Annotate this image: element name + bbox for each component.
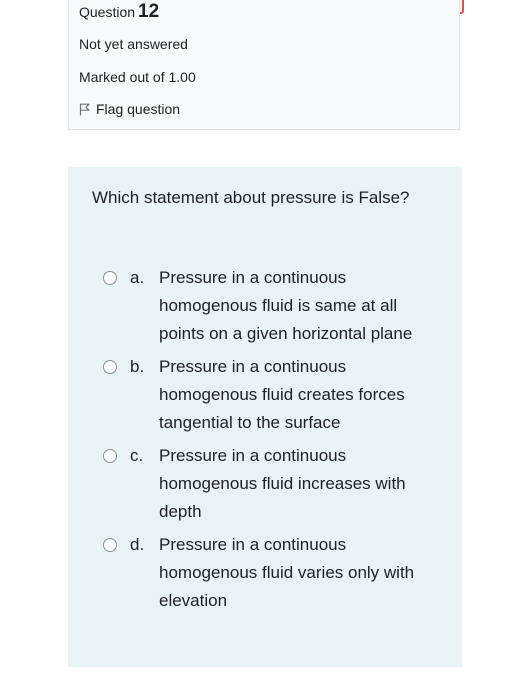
flag-question-link[interactable]: Flag question xyxy=(79,101,180,117)
answer-letter: b. xyxy=(130,357,145,376)
answer-radio-a[interactable] xyxy=(103,271,117,285)
answer-label[interactable]: Pressure in a continuous homogenous flui… xyxy=(159,531,439,615)
flag-icon xyxy=(79,103,90,115)
question-content: Which statement about pressure is False?… xyxy=(68,167,462,667)
question-label: Question xyxy=(79,4,136,20)
answer-radio-c[interactable] xyxy=(103,449,117,463)
quiz-page: Question 12 Not yet answered Marked out o… xyxy=(0,0,529,700)
question-heading: Question 12 xyxy=(79,1,159,23)
answer-letter: d. xyxy=(130,535,145,554)
flag-question-label: Flag question xyxy=(96,101,181,117)
question-info-panel: Question 12 Not yet answered Marked out o… xyxy=(68,0,460,130)
answer-letter: a. xyxy=(130,268,145,287)
question-marks: Marked out of 1.00 xyxy=(79,69,196,85)
answer-option-d[interactable]: d. Pressure in a continuous homogenous f… xyxy=(68,531,462,615)
answer-radio-d[interactable] xyxy=(103,538,117,552)
answer-option-c[interactable]: c. Pressure in a continuous homogenous f… xyxy=(68,442,462,526)
answer-radio-b[interactable] xyxy=(103,360,117,374)
answer-list: a. Pressure in a continuous homogenous f… xyxy=(68,264,462,620)
answer-label[interactable]: Pressure in a continuous homogenous flui… xyxy=(159,353,439,437)
question-text: Which statement about pressure is False? xyxy=(92,188,410,207)
answer-option-b[interactable]: b. Pressure in a continuous homogenous f… xyxy=(68,353,462,437)
answer-label[interactable]: Pressure in a continuous homogenous flui… xyxy=(159,442,439,526)
answer-label[interactable]: Pressure in a continuous homogenous flui… xyxy=(159,264,439,348)
question-status: Not yet answered xyxy=(79,36,188,52)
answer-option-a[interactable]: a. Pressure in a continuous homogenous f… xyxy=(68,264,462,348)
answer-letter: c. xyxy=(130,446,144,465)
question-number: 12 xyxy=(138,1,160,22)
